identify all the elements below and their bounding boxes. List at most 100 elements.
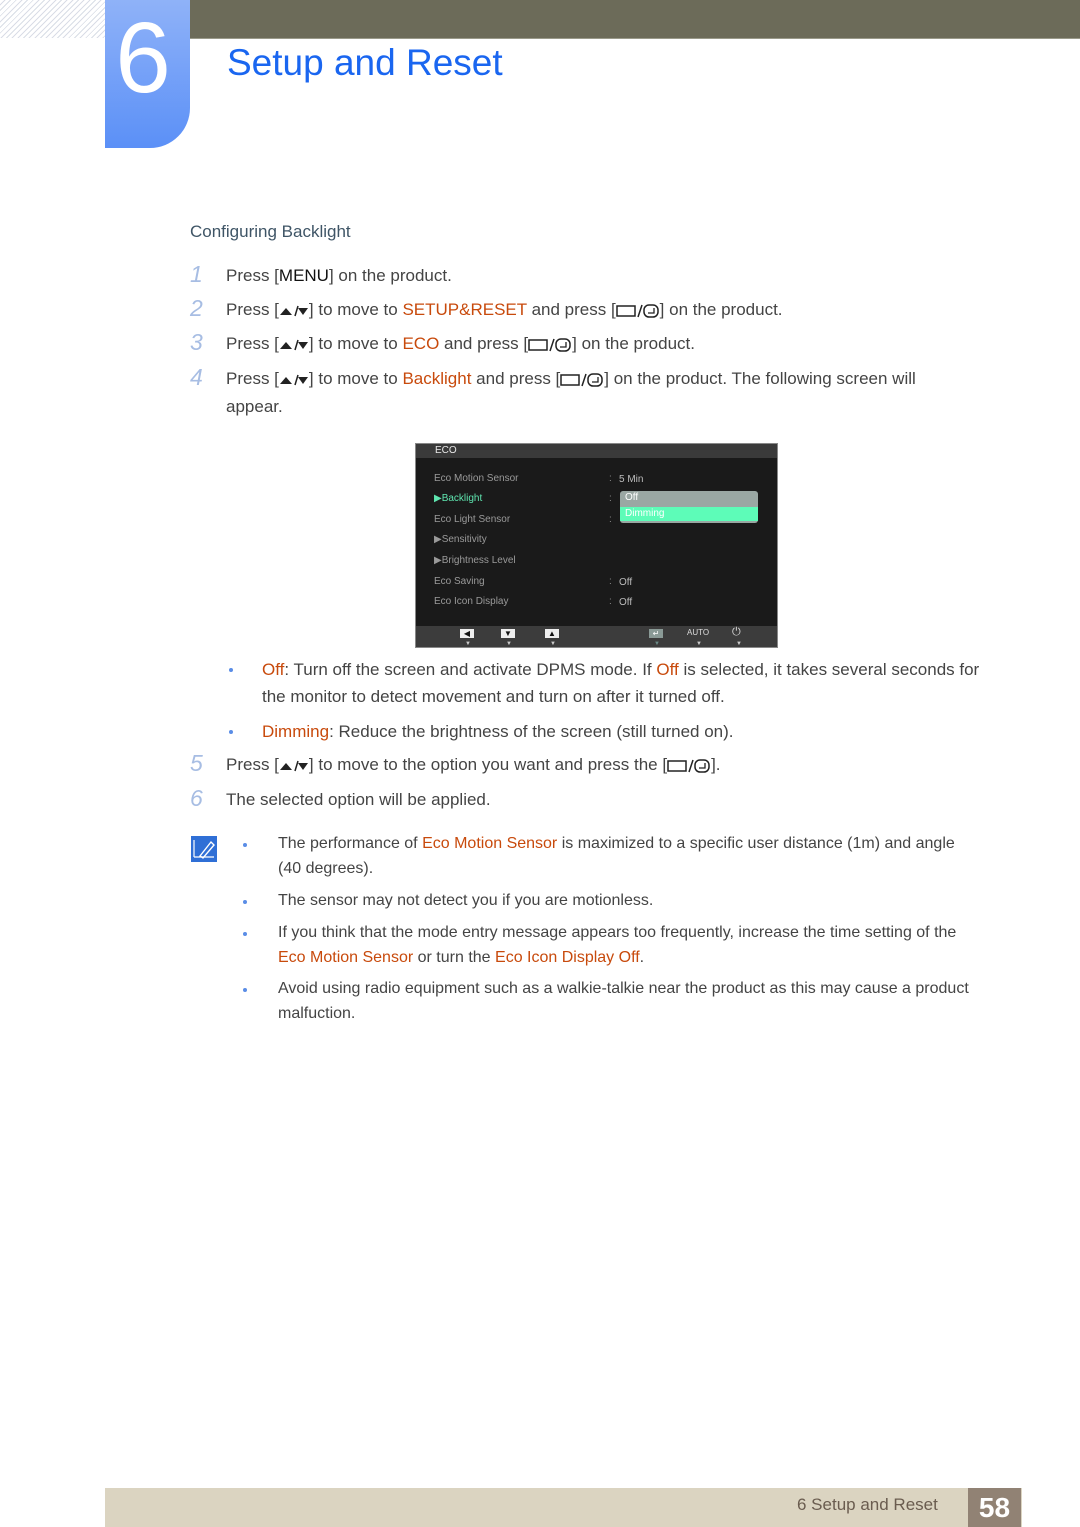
note-item-1: The performance of Eco Motion Sensor is … bbox=[278, 831, 1018, 881]
option-off: Off: Turn off the screen and activate DP… bbox=[262, 656, 1022, 710]
header-hatch-pattern bbox=[0, 0, 105, 38]
step-number: 2 bbox=[190, 295, 203, 321]
source-enter-icon bbox=[528, 337, 571, 352]
osd-header: ECO bbox=[416, 444, 777, 458]
note-text: If you think that the mode entry message… bbox=[278, 924, 957, 941]
note-item-4: Avoid using radio equipment such as a wa… bbox=[278, 976, 1018, 1026]
step-text: and press [ bbox=[439, 334, 529, 353]
step-text: ] to move to the option you want and pre… bbox=[308, 755, 668, 774]
osd-button-bar: ◀ ▼ ▼ ▼ ▲ ▼ ↵ ▼ AUTO ▼ ⏻ ▼ bbox=[416, 626, 777, 647]
note-text: Avoid using radio equipment such as a wa… bbox=[278, 980, 969, 997]
osd-eco-menu: ECO Eco Motion Sensor : 5 Min ▶Backlight… bbox=[415, 443, 778, 648]
button-indicator: ▼ bbox=[736, 641, 742, 647]
step-text: ] on the product. bbox=[572, 334, 695, 353]
off-term: Off bbox=[656, 660, 679, 679]
step-text: and press [ bbox=[471, 369, 561, 388]
note-text: is maximized to a specific user distance… bbox=[557, 835, 955, 852]
step-number: 1 bbox=[190, 261, 203, 287]
osd-colon: : bbox=[609, 473, 612, 484]
osd-title: ECO bbox=[435, 445, 457, 456]
left-arrow-button-icon[interactable]: ◀ bbox=[460, 629, 474, 638]
step-number: 3 bbox=[190, 329, 203, 355]
note-text: The performance of bbox=[278, 835, 423, 852]
step-text: appear. bbox=[226, 397, 283, 416]
button-indicator: ▼ bbox=[550, 641, 556, 647]
source-enter-icon bbox=[560, 372, 604, 387]
dropdown-option-dimming[interactable]: Dimming bbox=[620, 507, 758, 521]
auto-button[interactable]: AUTO bbox=[687, 628, 709, 637]
button-indicator: ▼ bbox=[696, 641, 702, 647]
bullet-icon bbox=[229, 730, 233, 734]
dropdown-option-off[interactable]: Off bbox=[620, 491, 758, 505]
up-down-arrow-icon bbox=[279, 339, 308, 350]
eco-motion-sensor-highlight: Eco Motion Sensor bbox=[278, 949, 414, 966]
note-pencil-icon bbox=[191, 836, 217, 862]
step-text: ]. bbox=[711, 755, 721, 774]
chapter-number: 6 bbox=[115, 2, 171, 114]
up-down-arrow-icon bbox=[279, 760, 308, 771]
bullet-icon bbox=[243, 843, 247, 847]
eco-highlight: ECO bbox=[402, 334, 440, 353]
step-text: Press [ bbox=[226, 755, 279, 774]
option-text: : Turn off the screen and activate DPMS … bbox=[284, 660, 657, 679]
bullet-icon bbox=[243, 900, 247, 904]
step-number: 6 bbox=[190, 785, 203, 811]
eco-motion-sensor-highlight: Eco Motion Sensor bbox=[422, 835, 558, 852]
dimming-term: Dimming bbox=[262, 722, 330, 741]
osd-value: Off bbox=[619, 597, 633, 608]
header-bar bbox=[185, 0, 1080, 39]
note-text: . bbox=[639, 949, 645, 966]
up-down-arrow-icon bbox=[279, 305, 308, 316]
eco-icon-display-off-highlight: Eco Icon Display Off bbox=[495, 949, 640, 966]
osd-row-sensitivity: ▶Sensitivity bbox=[434, 534, 487, 545]
osd-colon: : bbox=[609, 596, 612, 607]
page-number: 58 bbox=[968, 1488, 1021, 1527]
osd-row-eco-icon-display: Eco Icon Display bbox=[434, 596, 509, 607]
step-text: Press [ bbox=[226, 369, 279, 388]
step-text: The selected option will be applied. bbox=[226, 790, 491, 809]
backlight-highlight: Backlight bbox=[402, 369, 472, 388]
step-number: 4 bbox=[190, 364, 203, 390]
step-text: ] on the product. bbox=[659, 300, 783, 319]
footer-chapter-label: 6 Setup and Reset bbox=[797, 1495, 938, 1514]
step-text: ] on the product. bbox=[328, 266, 452, 285]
option-dimming: Dimming: Reduce the brightness of the sc… bbox=[262, 718, 1022, 745]
source-enter-icon bbox=[667, 758, 710, 773]
step-text: ] on the product. The following screen w… bbox=[604, 369, 916, 388]
power-icon[interactable]: ⏻ bbox=[732, 626, 741, 639]
button-indicator: ▼ bbox=[654, 641, 660, 647]
note-item-3: If you think that the mode entry message… bbox=[278, 920, 1018, 970]
backlight-dropdown[interactable]: Off Dimming bbox=[620, 491, 758, 523]
step-number: 5 bbox=[190, 750, 203, 776]
osd-colon: : bbox=[609, 493, 612, 504]
up-arrow-button-icon[interactable]: ▲ bbox=[545, 629, 559, 638]
step-text: and press [ bbox=[526, 300, 616, 319]
step-text: ] to move to bbox=[308, 369, 403, 388]
osd-row-brightness-level: ▶Brightness Level bbox=[434, 555, 516, 566]
osd-row-eco-light-sensor: Eco Light Sensor bbox=[434, 514, 511, 525]
menu-key: MENU bbox=[278, 266, 329, 285]
osd-row-eco-saving: Eco Saving bbox=[434, 576, 485, 587]
step-text: ] to move to bbox=[308, 300, 403, 319]
note-item-2: The sensor may not detect you if you are… bbox=[278, 892, 654, 909]
up-down-arrow-icon bbox=[279, 374, 308, 385]
bullet-icon bbox=[243, 932, 247, 936]
note-text: malfuction. bbox=[278, 1005, 356, 1022]
option-text: : Reduce the brightness of the screen (s… bbox=[329, 722, 734, 741]
down-arrow-button-icon[interactable]: ▼ bbox=[501, 629, 515, 638]
setup-reset-highlight: SETUP&RESET bbox=[402, 300, 527, 319]
note-text: (40 degrees). bbox=[278, 860, 374, 877]
chapter-title: Setup and Reset bbox=[227, 42, 503, 83]
option-text: the monitor to detect movement and turn … bbox=[262, 687, 725, 706]
osd-colon: : bbox=[609, 514, 612, 525]
source-enter-icon bbox=[615, 303, 659, 318]
osd-row-backlight[interactable]: ▶Backlight bbox=[434, 493, 482, 504]
note-text: or turn the bbox=[413, 949, 496, 966]
osd-row-eco-motion-sensor: Eco Motion Sensor bbox=[434, 473, 519, 484]
enter-button-icon[interactable]: ↵ bbox=[649, 629, 663, 638]
bullet-icon bbox=[243, 988, 247, 992]
button-indicator: ▼ bbox=[506, 641, 512, 647]
button-indicator: ▼ bbox=[465, 641, 471, 647]
off-term: Off bbox=[262, 660, 285, 679]
section-title: Configuring Backlight bbox=[190, 222, 351, 241]
